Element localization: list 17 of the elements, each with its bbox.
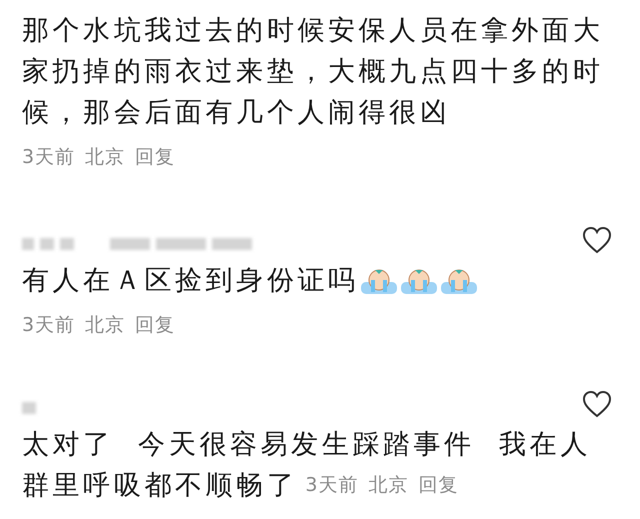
comment-text-line: 群里呼吸都不顺畅了: [22, 469, 298, 503]
comment-text-line: 候，那会后面有几个人闹得很凶: [22, 96, 450, 130]
reply-button[interactable]: 回复: [135, 305, 176, 346]
comment-time: 3天前: [22, 313, 76, 338]
comment-text-line: 有人在Ａ区捡到身份证吗: [22, 264, 359, 298]
comment-time: 3天前: [305, 473, 358, 498]
comment-location: 北京: [85, 313, 126, 338]
heart-icon[interactable]: [582, 226, 612, 254]
reply-button[interactable]: 回复: [135, 137, 176, 178]
comment-time: 3天前: [22, 145, 76, 170]
reply-button[interactable]: 回复: [418, 465, 458, 506]
comment-text-line: 那个水坑我过去的时候安保人员在拿外面大: [22, 14, 604, 48]
comment-text-line: 家扔掉的雨衣过来垫，大概九点四十多的时: [22, 55, 604, 89]
comment-text-line: 太对了 今天很容易发生踩踏事件 我在人: [22, 428, 591, 462]
heart-icon[interactable]: [582, 390, 612, 418]
comment-location: 北京: [85, 145, 126, 170]
comment-location: 北京: [368, 473, 408, 498]
